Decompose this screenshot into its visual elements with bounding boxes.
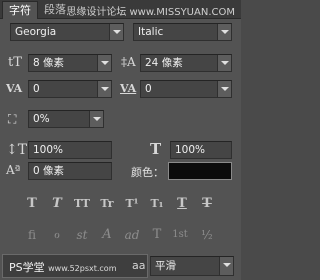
swash-button[interactable]: A [97, 226, 117, 244]
tracking-icon: VA [120, 82, 137, 95]
underline-button[interactable]: T [172, 195, 192, 213]
ligatures-button[interactable]: fi [22, 226, 42, 244]
tsume-icon: ⛶ [8, 112, 17, 126]
color-label: 颜色： [131, 166, 164, 179]
font-size-field[interactable]: 8 像素 [28, 54, 112, 72]
tab-character[interactable]: 字符 [2, 1, 38, 19]
horizontal-scale-value: 100% [175, 144, 206, 156]
chevron-down-icon[interactable] [219, 257, 233, 275]
kerning-icon: VA [6, 82, 23, 95]
strikethrough-button[interactable]: T [197, 195, 217, 213]
old-style-button[interactable]: ℴ [47, 226, 67, 244]
font-style-value: Italic [138, 26, 164, 38]
chevron-down-icon[interactable] [217, 55, 231, 71]
chevron-down-icon[interactable] [97, 81, 111, 97]
fractions-button[interactable]: ½ [197, 226, 217, 244]
leading-field[interactable]: 24 像素 [140, 54, 232, 72]
antialias-value: 平滑 [155, 260, 176, 272]
tracking-field[interactable]: 0 [140, 80, 232, 98]
antialias-select[interactable]: 平滑 [150, 256, 234, 276]
sample-text-watermark: www.52psxt.com [48, 264, 117, 273]
sample-text-label: PS学堂 [9, 261, 45, 274]
chevron-down-icon[interactable] [217, 24, 231, 40]
kerning-value: 0 [33, 83, 40, 95]
vertical-scale-value: 100% [33, 144, 64, 156]
kerning-field[interactable]: 0 [28, 80, 112, 98]
superscript-button[interactable]: T¹ [122, 195, 142, 213]
chevron-down-icon[interactable] [89, 111, 103, 127]
antialias-icon: aa [132, 259, 146, 272]
leading-value: 24 像素 [145, 57, 183, 69]
baseline-shift-value: 0 像素 [33, 165, 65, 177]
leading-icon: ‡A [121, 55, 136, 69]
horizontal-scale-field[interactable]: 100% [170, 141, 232, 159]
faux-bold-button[interactable]: T [22, 195, 42, 213]
font-family-value: Georgia [15, 26, 57, 38]
baseline-shift-icon: Aª [6, 163, 21, 177]
font-size-icon: tT [8, 55, 22, 70]
small-caps-button[interactable]: Tr [97, 195, 117, 213]
discretionary-ligatures-button[interactable]: st [72, 226, 92, 244]
sample-text: PS学堂 www.52psxt.com [9, 259, 117, 275]
titling-alternates-button[interactable]: T [147, 226, 167, 244]
sample-text-box[interactable]: PS学堂 www.52psxt.com [2, 254, 148, 278]
ordinals-button[interactable]: 1st [170, 226, 190, 244]
tsume-value: 0% [33, 113, 50, 125]
font-style-select[interactable]: Italic [133, 23, 232, 41]
stylistic-alternates-button[interactable]: ad [122, 226, 142, 244]
faux-italic-button[interactable]: T [47, 195, 67, 213]
baseline-shift-field[interactable]: 0 像素 [28, 162, 112, 180]
font-size-value: 8 像素 [33, 57, 65, 69]
tsume-field[interactable]: 0% [28, 110, 104, 128]
vertical-scale-icon: ↕T [6, 142, 28, 158]
horizontal-scale-icon: T [150, 140, 162, 158]
chevron-down-icon[interactable] [97, 55, 111, 71]
text-color-swatch[interactable] [168, 162, 232, 180]
watermark-text: 思缘设计论坛 www.MISSYUAN.COM [66, 7, 235, 18]
chevron-down-icon[interactable] [109, 24, 123, 40]
all-caps-button[interactable]: TT [72, 195, 92, 213]
chevron-down-icon[interactable] [217, 81, 231, 97]
font-family-select[interactable]: Georgia [10, 23, 124, 41]
subscript-button[interactable]: T₁ [147, 195, 167, 213]
tracking-value: 0 [145, 83, 152, 95]
panel-tabbar: 字符 段落 思缘设计论坛 www.MISSYUAN.COM [0, 0, 241, 19]
vertical-scale-field[interactable]: 100% [28, 141, 112, 159]
